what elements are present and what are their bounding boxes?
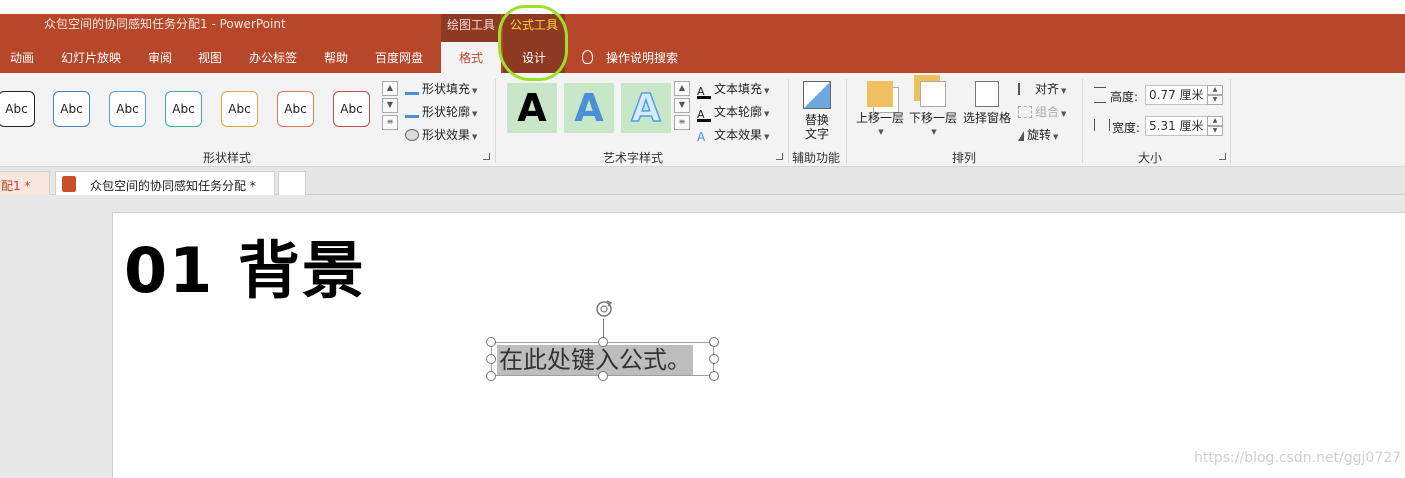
send-backward-icon bbox=[920, 81, 946, 107]
group-label-arrange: 排列 bbox=[952, 151, 977, 165]
width-icon bbox=[1094, 119, 1110, 131]
ribbon: Abc Abc Abc Abc Abc Abc Abc ▲ ▼ ≡ 形状填充 ▼ … bbox=[0, 73, 1405, 167]
resize-handle[interactable] bbox=[486, 337, 496, 347]
new-tab-button[interactable] bbox=[278, 171, 306, 195]
resize-handle[interactable] bbox=[486, 371, 496, 381]
width-up-icon[interactable]: ▲ bbox=[1207, 116, 1223, 126]
shape-style-thumb[interactable]: Abc bbox=[333, 91, 370, 127]
shape-style-thumb[interactable]: Abc bbox=[0, 91, 35, 127]
powerpoint-file-icon bbox=[62, 176, 76, 192]
slide-title[interactable]: 01 背景 bbox=[124, 220, 366, 310]
shape-style-thumb[interactable]: Abc bbox=[109, 91, 146, 127]
equation-placeholder[interactable]: 在此处键入公式。 bbox=[497, 345, 693, 375]
width-down-icon[interactable]: ▼ bbox=[1207, 126, 1223, 136]
text-effects-icon: A bbox=[697, 130, 706, 144]
doc-tab-current[interactable]: 众包空间的协同感知任务分配 * bbox=[55, 171, 275, 195]
shape-outline-button[interactable]: 形状轮廓 ▼ bbox=[405, 103, 477, 120]
height-label: 高度: bbox=[1110, 90, 1139, 104]
tab-office-tabs[interactable]: 办公标签 bbox=[249, 49, 297, 66]
shape-style-thumb[interactable]: Abc bbox=[165, 91, 202, 127]
group-objects-button[interactable]: 组合 ▼ bbox=[1018, 103, 1066, 120]
shape-style-thumb[interactable]: Abc bbox=[277, 91, 314, 127]
wordart-more-icon[interactable]: ≡ bbox=[674, 115, 690, 130]
tab-baidu-netdisk[interactable]: 百度网盘 bbox=[375, 49, 423, 66]
send-backward-button[interactable]: 下移一层 ▼ bbox=[908, 81, 958, 139]
highlight-annotation bbox=[498, 5, 568, 81]
shape-effects-icon bbox=[405, 129, 419, 141]
wordart-style-outline[interactable]: A bbox=[621, 83, 671, 133]
tab-format[interactable]: 格式 bbox=[441, 42, 501, 73]
tab-animations[interactable]: 动画 bbox=[10, 49, 34, 66]
group-label-size: 大小 bbox=[1138, 151, 1163, 165]
window-title: 众包空间的协同感知任务分配1 - PowerPoint bbox=[44, 17, 286, 31]
selection-pane-button[interactable]: 选择窗格 bbox=[961, 81, 1013, 125]
bring-forward-icon bbox=[867, 81, 893, 107]
gallery-more-icon[interactable]: ≡ bbox=[382, 115, 398, 130]
group-separator bbox=[1230, 79, 1231, 163]
text-effects-button[interactable]: A 文本效果 ▼ bbox=[697, 126, 769, 144]
text-fill-icon: A bbox=[697, 86, 711, 99]
watermark: https://blog.csdn.net/ggj0727 bbox=[1194, 450, 1402, 466]
resize-handle[interactable] bbox=[709, 337, 719, 347]
selection-pane-icon bbox=[975, 81, 999, 107]
tell-me-search[interactable]: 操作说明搜索 bbox=[606, 49, 678, 66]
title-bar-top-strip bbox=[0, 0, 1405, 14]
width-label: 宽度: bbox=[1112, 121, 1141, 135]
wordart-scroll-down-icon[interactable]: ▼ bbox=[674, 98, 690, 113]
chevron-down-icon: ▼ bbox=[878, 128, 884, 136]
pen-icon bbox=[405, 106, 419, 118]
group-separator bbox=[1082, 79, 1083, 163]
chevron-down-icon: ▼ bbox=[931, 128, 937, 136]
resize-handle[interactable] bbox=[598, 371, 608, 381]
text-outline-button[interactable]: A 文本轮廓 ▼ bbox=[697, 103, 769, 122]
gallery-scroll-up-icon[interactable]: ▲ bbox=[382, 81, 398, 96]
shape-style-thumb[interactable]: Abc bbox=[221, 91, 258, 127]
tab-view[interactable]: 视图 bbox=[198, 49, 222, 66]
title-bar: 众包空间的协同感知任务分配1 - PowerPoint 绘图工具 公式工具 bbox=[0, 0, 1405, 42]
alt-text-button[interactable]: 替换 文字 bbox=[800, 81, 834, 141]
doc-tab-previous[interactable]: 配1 * ✕ bbox=[0, 171, 50, 208]
resize-handle[interactable] bbox=[486, 354, 496, 364]
paint-bucket-icon bbox=[405, 83, 419, 95]
align-icon bbox=[1018, 83, 1032, 95]
group-separator bbox=[495, 79, 496, 163]
bring-forward-button[interactable]: 上移一层 ▼ bbox=[855, 81, 905, 139]
context-group-drawing-tools: 绘图工具 bbox=[441, 14, 501, 42]
rotate-button[interactable]: 旋转 ▼ bbox=[1018, 126, 1058, 143]
ribbon-tabs: 动画 幻灯片放映 审阅 视图 办公标签 帮助 百度网盘 格式 设计 操作说明搜索 bbox=[0, 42, 1405, 73]
shape-fill-button[interactable]: 形状填充 ▼ bbox=[405, 80, 477, 97]
group-separator bbox=[846, 79, 847, 163]
shape-effects-button[interactable]: 形状效果 ▼ bbox=[405, 126, 477, 143]
tab-slideshow[interactable]: 幻灯片放映 bbox=[61, 49, 121, 66]
lightbulb-icon bbox=[582, 50, 593, 64]
shape-style-thumb[interactable]: Abc bbox=[53, 91, 90, 127]
dialog-launcher-icon[interactable] bbox=[776, 153, 783, 160]
dialog-launcher-icon[interactable] bbox=[1219, 153, 1226, 160]
alt-text-icon bbox=[803, 81, 831, 109]
wordart-style-black[interactable]: A bbox=[507, 83, 557, 133]
group-label-shape-styles: 形状样式 bbox=[203, 151, 252, 165]
group-separator bbox=[788, 79, 789, 163]
tab-help[interactable]: 帮助 bbox=[324, 49, 348, 66]
text-fill-button[interactable]: A 文本填充 ▼ bbox=[697, 80, 769, 99]
height-icon bbox=[1094, 87, 1106, 103]
gallery-scroll-down-icon[interactable]: ▼ bbox=[382, 98, 398, 113]
group-label-accessibility: 辅助功能 bbox=[792, 151, 841, 165]
height-down-icon[interactable]: ▼ bbox=[1207, 95, 1223, 105]
group-label-wordart: 艺术字样式 bbox=[603, 151, 664, 165]
resize-handle[interactable] bbox=[709, 354, 719, 364]
wordart-scroll-up-icon[interactable]: ▲ bbox=[674, 81, 690, 96]
rotate-icon bbox=[1018, 129, 1024, 141]
resize-handle[interactable] bbox=[709, 371, 719, 381]
align-button[interactable]: 对齐 ▼ bbox=[1018, 80, 1066, 97]
wordart-style-blue[interactable]: A bbox=[564, 83, 614, 133]
group-icon bbox=[1018, 106, 1032, 118]
resize-handle[interactable] bbox=[598, 337, 608, 347]
rotate-handle-icon[interactable] bbox=[593, 298, 615, 320]
document-tabs: 配1 * ✕ 众包空间的协同感知任务分配 * bbox=[0, 167, 1405, 208]
tab-review[interactable]: 审阅 bbox=[148, 49, 172, 66]
dialog-launcher-icon[interactable] bbox=[483, 153, 490, 160]
height-up-icon[interactable]: ▲ bbox=[1207, 85, 1223, 95]
text-outline-icon: A bbox=[697, 109, 711, 122]
